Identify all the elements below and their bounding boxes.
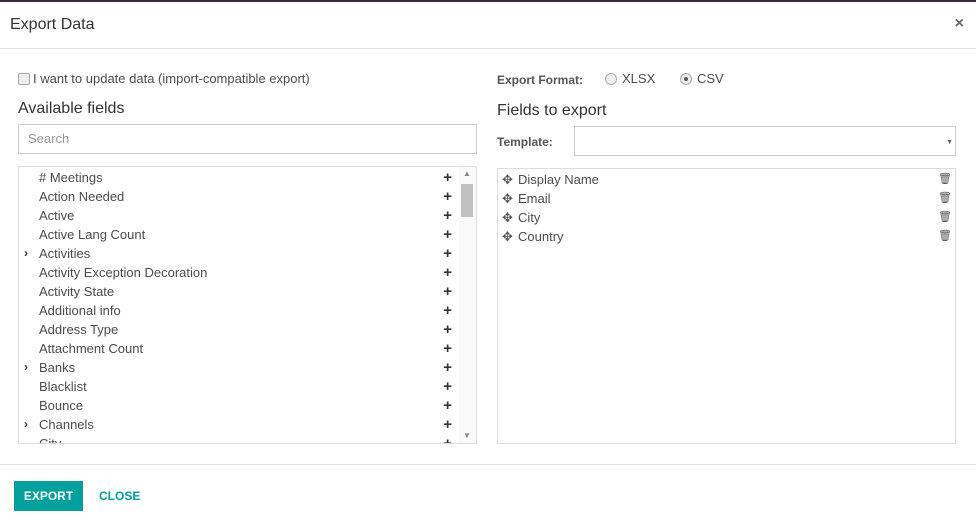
field-item[interactable]: Active Lang Count + [19,225,459,244]
dialog-header: Export Data × [0,2,976,49]
radio-circle[interactable] [680,72,692,85]
caret-down-icon: ▼ [946,139,953,146]
add-icon[interactable]: + [443,358,452,377]
export-button[interactable]: EXPORT [14,481,83,511]
scrollbar-thumb[interactable] [461,184,473,217]
add-icon[interactable]: + [443,225,452,244]
trash-icon[interactable]: 🗑 [938,189,952,208]
add-icon[interactable]: + [443,301,452,320]
move-icon[interactable]: ✥ [502,189,513,208]
field-item[interactable]: Action Needed + [19,187,459,206]
export-field-item[interactable]: ✥ City 🗑 [502,208,954,227]
field-label: Address Type [39,322,119,337]
field-item[interactable]: Additional info + [19,301,459,320]
field-label: Active Lang Count [39,227,146,242]
trash-icon[interactable]: 🗑 [938,208,952,227]
import-compatible-label: I want to update data (import-compatible… [33,71,310,86]
field-item[interactable]: › Channels + [19,415,459,434]
field-label: # Meetings [39,170,103,185]
close-icon[interactable]: × [955,15,964,33]
field-item[interactable]: Activity Exception Decoration + [19,263,459,282]
format-csv-label: CSV [697,71,724,86]
field-item[interactable]: › Activities + [19,244,459,263]
field-label: Action Needed [39,189,125,204]
field-label: Activity State [39,284,115,299]
field-item[interactable]: Attachment Count + [19,339,459,358]
add-icon[interactable]: + [443,282,452,301]
format-csv-radio[interactable]: CSV [680,71,724,86]
field-label: Active [39,208,75,223]
fields-to-export-heading: Fields to export [497,102,607,119]
scroll-down-icon[interactable]: ▼ [463,431,471,440]
dialog-footer [0,464,976,465]
export-format-label: Export Format: [497,73,584,87]
field-item[interactable]: › Banks + [19,358,459,377]
available-fields-heading: Available fields [18,100,125,117]
close-button[interactable]: CLOSE [99,489,140,503]
export-field-label: Email [518,191,551,206]
field-label: Activity Exception Decoration [39,265,208,280]
add-icon[interactable]: + [443,339,452,358]
field-item[interactable]: # Meetings + [19,168,459,187]
template-label: Template: [497,135,553,149]
field-item[interactable]: Bounce + [19,396,459,415]
add-icon[interactable]: + [443,415,452,434]
field-label: Attachment Count [39,341,144,356]
field-item[interactable]: Active + [19,206,459,225]
search-input[interactable]: Search [18,124,477,154]
format-xlsx-label: XLSX [622,71,656,86]
import-compatible-option[interactable]: I want to update data (import-compatible… [18,71,310,86]
field-item[interactable]: Blacklist + [19,377,459,396]
trash-icon[interactable]: 🗑 [938,227,952,246]
add-icon[interactable]: + [443,206,452,225]
export-field-label: Display Name [518,172,599,187]
field-label: Activities [39,246,91,261]
field-label: City [39,436,62,444]
field-item[interactable]: City + [19,434,459,444]
add-icon[interactable]: + [443,320,452,339]
add-icon[interactable]: + [443,187,452,206]
add-icon[interactable]: + [443,168,452,187]
move-icon[interactable]: ✥ [502,208,513,227]
move-icon[interactable]: ✥ [502,170,513,189]
move-icon[interactable]: ✥ [502,227,513,246]
field-label: Bounce [39,398,84,413]
export-field-item[interactable]: ✥ Email 🗑 [502,189,954,208]
chevron-right-icon[interactable]: › [24,358,28,377]
chevron-right-icon[interactable]: › [24,244,28,263]
fields-to-export-list: ✥ Display Name 🗑 ✥ Email 🗑 ✥ City 🗑 ✥ Country 🗑 [497,168,956,444]
template-select[interactable]: ▼ [574,126,956,156]
field-label: Channels [39,417,94,432]
field-label: Additional info [39,303,121,318]
available-fields-list: ▲ ▼ # Meetings + Action Needed + Active + Acti… [18,166,477,444]
add-icon[interactable]: + [443,263,452,282]
trash-icon[interactable]: 🗑 [938,170,952,189]
add-icon[interactable]: + [443,396,452,415]
chevron-right-icon[interactable]: › [24,415,28,434]
scrollbar[interactable]: ▲ ▼ [459,167,476,443]
export-field-label: City [518,210,541,225]
add-icon[interactable]: + [443,434,452,443]
field-label: Banks [39,360,76,375]
export-field-item[interactable]: ✥ Country 🗑 [502,227,954,246]
field-item[interactable]: Activity State + [19,282,459,301]
import-compatible-checkbox[interactable] [18,72,30,85]
export-field-label: Country [518,229,564,244]
field-item[interactable]: Address Type + [19,320,459,339]
field-label: Blacklist [39,379,87,394]
add-icon[interactable]: + [443,377,452,396]
radio-circle[interactable] [605,72,617,85]
scroll-up-icon[interactable]: ▲ [463,169,471,178]
format-xlsx-radio[interactable]: XLSX [605,71,655,86]
add-icon[interactable]: + [443,244,452,263]
dialog-title: Export Data [10,16,95,33]
export-field-item[interactable]: ✥ Display Name 🗑 [502,170,954,189]
